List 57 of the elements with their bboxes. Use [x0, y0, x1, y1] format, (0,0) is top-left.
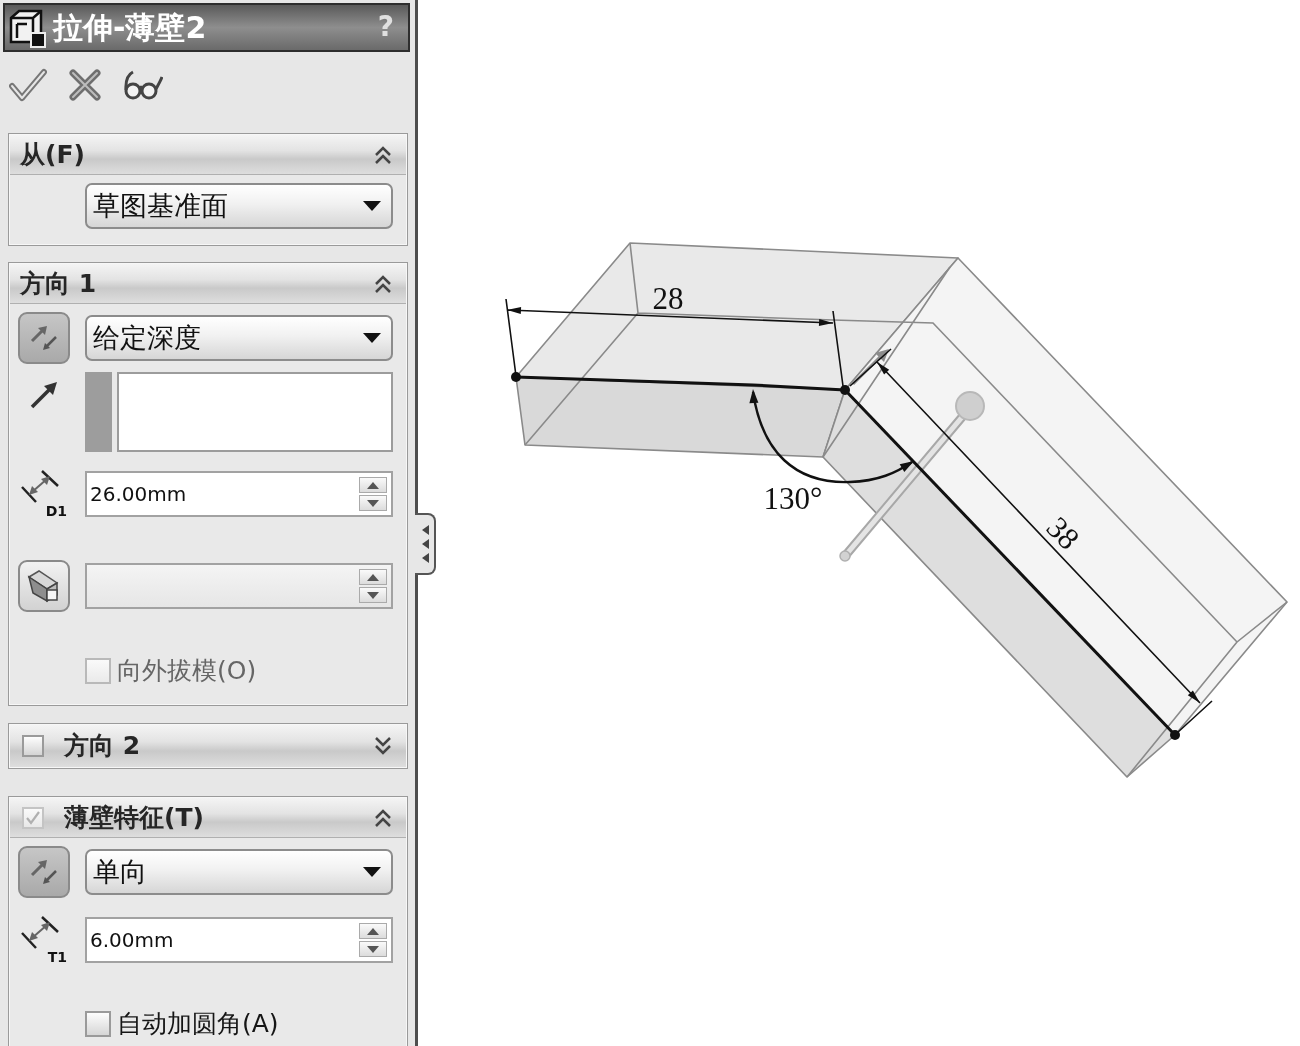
caret-down-icon — [363, 333, 381, 343]
reverse-button[interactable] — [18, 846, 70, 898]
dimension-label[interactable]: 28 — [652, 280, 684, 316]
dimension-label[interactable]: 130° — [763, 480, 823, 516]
dimension-icon — [20, 915, 60, 949]
triangle-up-icon — [367, 481, 379, 489]
draft-button[interactable] — [18, 560, 70, 612]
tick-icon — [25, 809, 41, 826]
caret-down-icon — [363, 867, 381, 877]
opposing-arrows-icon — [29, 323, 59, 353]
group-header[interactable]: 薄壁特征(T) — [10, 798, 406, 838]
group-title: 方向 2 — [64, 732, 141, 760]
group-title: 方向 1 — [20, 269, 97, 298]
checkbox-label[interactable]: 自动加圆角(A) — [117, 1009, 279, 1039]
dimension-icon-label: T1 — [47, 949, 67, 965]
collapse-tab[interactable] — [415, 513, 436, 575]
color-swatch-icon — [85, 372, 112, 452]
dimension-icon-label: D1 — [45, 503, 67, 519]
group-header[interactable]: 方向 2 — [10, 725, 406, 767]
spin-down-button[interactable] — [359, 941, 387, 957]
dimension-icon — [20, 469, 60, 503]
opposing-arrows-icon — [29, 857, 59, 887]
checkbox[interactable] — [22, 735, 44, 757]
tapered-box-icon — [27, 569, 61, 603]
sketch-point-icon — [511, 372, 521, 382]
box-icon — [7, 7, 47, 48]
triangle-up-icon — [367, 573, 379, 581]
group-header[interactable]: 从(F) — [10, 135, 406, 175]
triangle-up-icon — [367, 927, 379, 935]
spin-up-button[interactable] — [359, 477, 387, 493]
double-chevron-down-icon[interactable] — [372, 735, 394, 757]
triangle-down-icon — [367, 499, 379, 507]
reverse-button[interactable] — [18, 312, 70, 364]
dimension-label[interactable]: 38 — [1039, 509, 1087, 557]
spin-up-button[interactable] — [359, 923, 387, 939]
spin-down-button[interactable] — [359, 495, 387, 511]
checkmark-icon[interactable] — [9, 68, 47, 102]
drag-handle[interactable] — [839, 391, 985, 562]
dropdown[interactable]: 单向 — [85, 849, 393, 895]
cross-icon[interactable] — [69, 69, 101, 101]
sketch-point-icon — [1170, 730, 1180, 740]
arrow-icon — [29, 380, 59, 410]
number-field[interactable]: 6.00mm — [85, 917, 393, 963]
checkbox[interactable] — [85, 1011, 111, 1037]
group-title: 薄壁特征(T) — [64, 803, 204, 832]
dropdown[interactable]: 给定深度 — [85, 315, 393, 361]
selection-list-field[interactable] — [117, 372, 393, 452]
caret-down-icon — [363, 201, 381, 211]
group-title: 从(F) — [20, 140, 85, 169]
glasses-icon[interactable] — [123, 68, 163, 102]
number-field[interactable]: 26.00mm — [85, 471, 393, 517]
window-title: 拉伸-薄壁2 — [53, 11, 207, 44]
triangle-down-icon — [367, 945, 379, 953]
triangle-down-icon — [367, 591, 379, 599]
sketch-point-icon — [840, 385, 850, 395]
dropdown[interactable]: 草图基准面 — [85, 183, 393, 229]
group-header[interactable]: 方向 1 — [10, 264, 406, 304]
